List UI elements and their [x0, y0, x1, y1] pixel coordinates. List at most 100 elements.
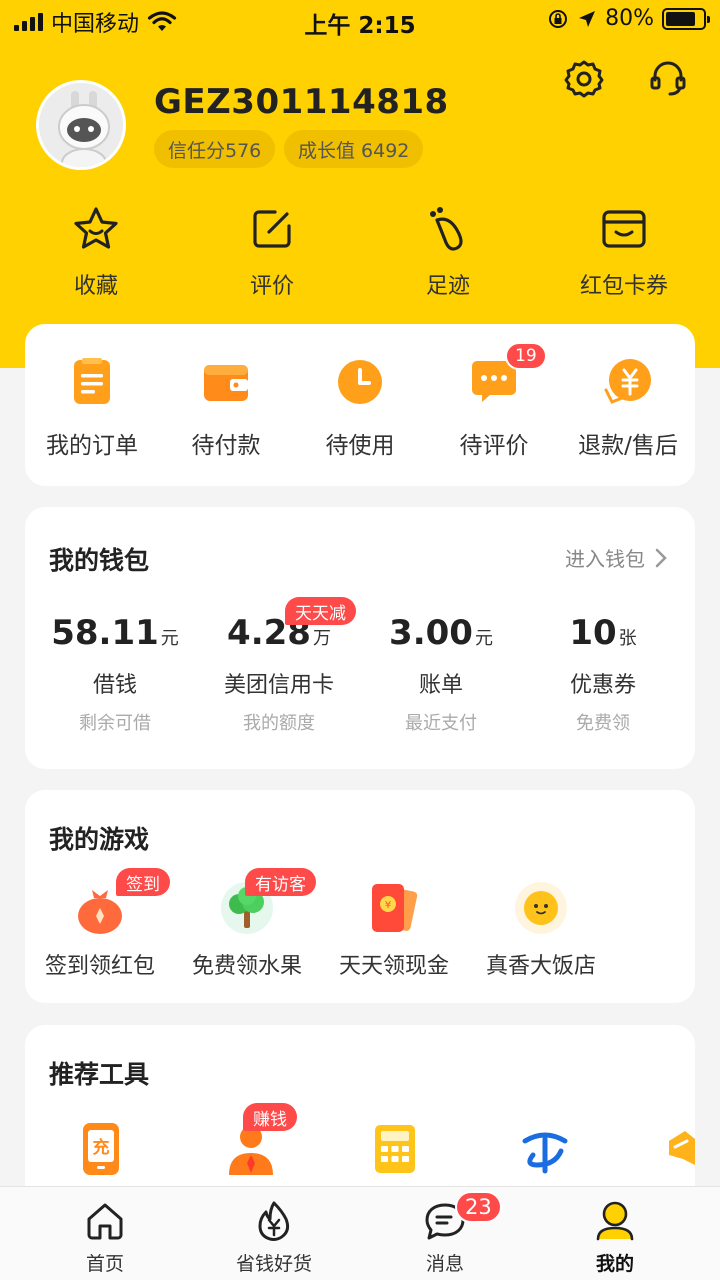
shortcut-label: 足迹	[425, 274, 470, 299]
game-tag: 有访客	[245, 868, 316, 896]
wallet-item-name: 账单	[418, 673, 463, 698]
order-to-use[interactable]: 待使用	[293, 356, 427, 460]
rotation-lock-icon	[549, 9, 568, 28]
order-refund[interactable]: 退款/售后	[561, 356, 695, 460]
tab-label: 首页	[85, 1253, 124, 1275]
wallet-unit: 元	[474, 628, 493, 649]
wallet-item-sub: 剩余可借	[79, 713, 151, 734]
egg-face-icon	[515, 882, 567, 934]
message-count-badge: 23	[455, 1191, 502, 1223]
wallet-value: 58.11	[51, 613, 159, 653]
telecom-icon[interactable]	[515, 1119, 575, 1179]
profile-icon	[596, 1201, 634, 1241]
tab-deals[interactable]: 省钱好货	[214, 1199, 334, 1276]
handshake-icon[interactable]	[665, 1119, 695, 1179]
wallet-unit: 万	[312, 628, 331, 649]
tools-title: 推荐工具	[49, 1060, 150, 1089]
wallet-value: 10	[569, 613, 617, 653]
wallet-unit: 张	[618, 628, 637, 649]
wallet-unit: 元	[160, 628, 179, 649]
battery-percent: 80%	[605, 6, 654, 31]
settings-gear-icon[interactable]	[564, 58, 604, 98]
tab-label: 省钱好货	[235, 1253, 312, 1275]
growth-value-chip[interactable]: 成长值 6492	[284, 130, 424, 168]
shortcut-label: 评价	[249, 274, 294, 299]
tab-label: 我的	[595, 1253, 634, 1275]
review-count-badge: 19	[505, 342, 547, 370]
wallet-credit-card[interactable]: 4.28 万 美团信用卡 我的额度 天天减	[199, 597, 359, 735]
footprint-icon	[430, 207, 463, 251]
bottom-tab-bar: 首页 省钱好货 消息 23 我的	[0, 1186, 720, 1280]
battery-icon	[662, 7, 710, 30]
enter-wallet-label: 进入钱包	[565, 547, 645, 571]
red-envelope-icon: ¥	[372, 884, 418, 932]
wallet-card: 我的钱包 进入钱包 58.11 元 借钱 剩余可借 4.28 万 美团信用卡 我的额…	[25, 507, 695, 769]
order-label: 我的订单	[46, 433, 138, 459]
game-checkin-redpacket[interactable]: 签到领红包 签到	[30, 868, 170, 980]
wallet-item-sub: 我的额度	[243, 713, 315, 734]
order-list-icon	[74, 358, 110, 404]
trust-score-chip[interactable]: 信任分576	[154, 130, 276, 168]
svg-text:¥: ¥	[385, 900, 391, 911]
shortcut-label: 收藏	[73, 274, 118, 299]
avatar[interactable]	[36, 80, 126, 170]
wallet-card-icon	[602, 210, 646, 248]
tool-tag: 赚钱	[243, 1103, 297, 1131]
wallet-value: 3.00	[389, 613, 473, 653]
wallet-item-name: 优惠券	[569, 673, 636, 698]
game-label: 真香大饭店	[485, 954, 596, 979]
order-to-review[interactable]: 待评价 19	[427, 342, 561, 460]
wallet-title: 我的钱包	[49, 546, 150, 575]
shortcut-footprints[interactable]: 足迹	[388, 204, 508, 300]
enter-wallet-link[interactable]: 进入钱包	[565, 543, 667, 572]
wallet-item-name: 美团信用卡	[223, 673, 334, 698]
game-restaurant[interactable]: 真香大饭店	[471, 880, 611, 980]
yen-flame-icon	[258, 1201, 290, 1241]
tab-label: 消息	[425, 1253, 464, 1275]
order-label: 待评价	[459, 433, 529, 459]
home-icon	[87, 1203, 123, 1240]
game-label: 免费领水果	[191, 954, 302, 979]
refund-icon	[604, 359, 651, 404]
username[interactable]: GEZ301114818	[154, 82, 449, 122]
game-label: 天天领现金	[338, 954, 449, 979]
game-label: 签到领红包	[44, 954, 155, 979]
wallet-loan[interactable]: 58.11 元 借钱 剩余可借	[35, 613, 195, 735]
location-arrow-icon	[579, 10, 596, 27]
tab-mine[interactable]: 我的	[555, 1199, 675, 1276]
order-label: 待使用	[325, 433, 395, 459]
tab-messages[interactable]: 消息 23	[385, 1191, 505, 1276]
header-background	[0, 0, 720, 368]
order-pending-payment[interactable]: 待付款	[159, 356, 293, 460]
tab-home[interactable]: 首页	[45, 1199, 165, 1276]
games-title: 我的游戏	[49, 825, 150, 854]
order-label: 待付款	[191, 433, 261, 459]
shortcut-reviews[interactable]: 评价	[212, 204, 332, 300]
game-free-fruit[interactable]: 免费领水果 有访客	[177, 868, 317, 980]
svg-text:充: 充	[93, 1137, 110, 1158]
edit-icon	[253, 210, 291, 248]
wallet-bill[interactable]: 3.00 元 账单 最近支付	[361, 613, 521, 735]
wallet-item-sub: 最近支付	[405, 713, 477, 734]
shortcut-favorites[interactable]: 收藏	[36, 204, 156, 300]
wallet-item-sub: 免费领	[576, 713, 630, 734]
order-card: 我的订单 待付款 待使用 待评价 19 退款/售后	[25, 324, 695, 486]
order-label: 退款/售后	[578, 433, 678, 459]
earn-money-tool[interactable]: 赚钱	[221, 1103, 297, 1179]
game-tag: 签到	[116, 868, 170, 896]
game-daily-cash[interactable]: ¥ 天天领现金	[324, 880, 464, 980]
wallet-coupons[interactable]: 10 张 优惠券 免费领	[523, 613, 683, 735]
status-bar: 中国移动 上午 2:15 80%	[0, 0, 720, 40]
star-icon	[74, 207, 118, 249]
shortcut-coupons[interactable]: 红包卡券	[564, 204, 684, 300]
order-all[interactable]: 我的订单	[25, 356, 159, 460]
daily-discount-tag: 天天减	[285, 597, 356, 625]
shortcut-label: 红包卡券	[579, 274, 668, 299]
calculator-icon[interactable]	[365, 1119, 425, 1179]
games-card: 我的游戏 签到领红包 签到 免费领水果 有访客 ¥ 天天领现金 真香大饭店	[25, 790, 695, 1003]
customer-service-headset-icon[interactable]	[648, 58, 688, 98]
wallet-icon	[204, 365, 248, 401]
phone-recharge-icon[interactable]: 充	[71, 1119, 131, 1179]
wallet-item-name: 借钱	[92, 673, 137, 698]
clock-icon	[338, 360, 382, 404]
